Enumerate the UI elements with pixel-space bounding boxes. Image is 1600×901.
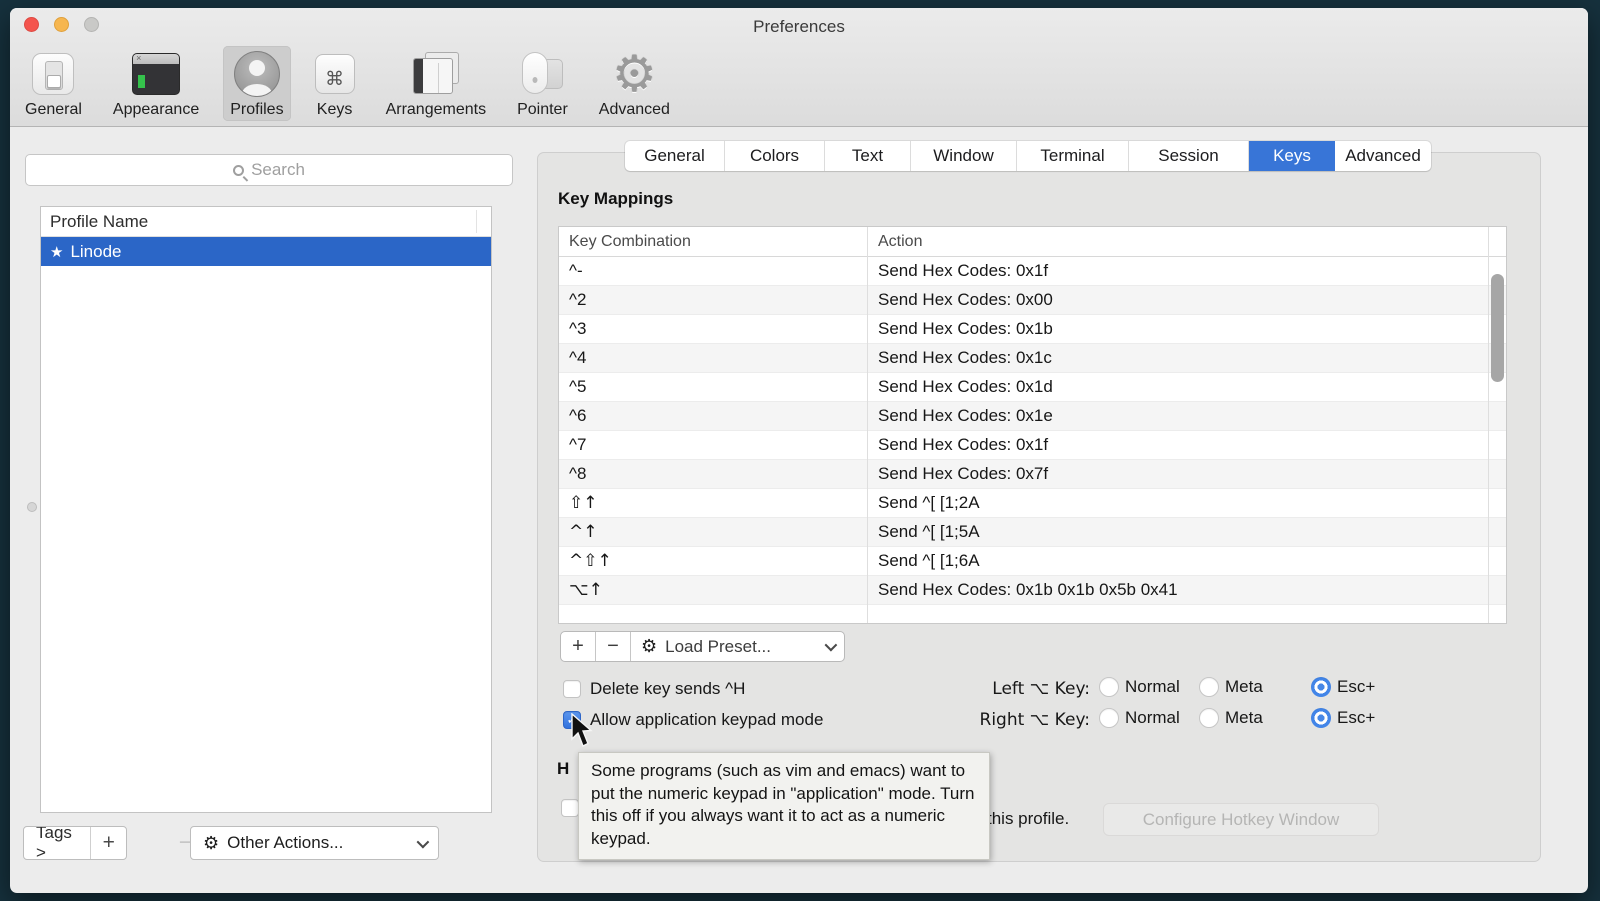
chevron-down-icon — [417, 835, 430, 848]
chevron-down-icon — [825, 639, 838, 652]
pointer-icon — [518, 52, 566, 96]
toolbar-item-keys[interactable]: ⌘ Keys — [308, 46, 362, 121]
table-scrollbar-thumb[interactable] — [1491, 274, 1504, 382]
preferences-toolbar: General Appearance Profiles ⌘ Keys Arran… — [18, 46, 677, 124]
checkbox-unchecked[interactable] — [563, 680, 581, 698]
right-option-normal-radio[interactable]: Normal — [1099, 708, 1180, 728]
table-header[interactable]: Key Combination Action — [559, 227, 1506, 257]
right-option-meta-radio[interactable]: Meta — [1199, 708, 1263, 728]
profile-list: Profile Name ★ Linode — [40, 206, 492, 813]
table-row[interactable]: ^4Send Hex Codes: 0x1c — [559, 344, 1506, 373]
toolbar-item-profiles[interactable]: Profiles — [223, 46, 290, 121]
window-header: Preferences General Appearance Profiles … — [10, 8, 1588, 127]
tab-session[interactable]: Session — [1129, 141, 1249, 171]
tab-colors[interactable]: Colors — [725, 141, 825, 171]
search-placeholder: Search — [251, 160, 305, 180]
gear-icon: ⚙ — [641, 636, 657, 657]
add-profile-button[interactable]: + — [90, 827, 125, 859]
application-keypad-option[interactable]: ✓ Allow application keypad mode — [563, 711, 823, 729]
toolbar-item-arrangements[interactable]: Arrangements — [379, 46, 494, 121]
tab-window[interactable]: Window — [911, 141, 1017, 171]
toolbar-item-appearance[interactable]: Appearance — [106, 46, 206, 121]
key-mapping-controls: + − ⚙ Load Preset... — [560, 631, 845, 662]
profile-tabbar: General Colors Text Window Terminal Sess… — [625, 141, 1431, 171]
table-row[interactable]: ^↑Send ^[ [1;5A — [559, 518, 1506, 547]
left-option-meta-radio[interactable]: Meta — [1199, 677, 1263, 697]
tab-terminal[interactable]: Terminal — [1017, 141, 1129, 171]
key-mappings-table: Key Combination Action ^-Send Hex Codes:… — [558, 226, 1507, 624]
remove-key-mapping-button[interactable]: − — [596, 632, 631, 661]
general-icon — [32, 53, 74, 95]
search-icon — [233, 165, 244, 176]
table-row[interactable]: ^5Send Hex Codes: 0x1d — [559, 373, 1506, 402]
other-actions-dropdown[interactable]: ⚙ Other Actions... — [190, 826, 439, 860]
splitter-handle-dot[interactable] — [27, 502, 37, 512]
profiles-icon — [234, 51, 280, 97]
table-row-partial — [559, 605, 1506, 624]
table-row[interactable]: ^-Send Hex Codes: 0x1f — [559, 257, 1506, 286]
table-row[interactable]: ^8Send Hex Codes: 0x7f — [559, 460, 1506, 489]
keys-icon: ⌘ — [315, 54, 355, 94]
left-option-normal-radio[interactable]: Normal — [1099, 677, 1180, 697]
tab-general[interactable]: General — [625, 141, 725, 171]
window-title: Preferences — [10, 17, 1588, 37]
tab-keys[interactable]: Keys — [1249, 141, 1335, 171]
table-row[interactable]: ⌥↑Send Hex Codes: 0x1b 0x1b 0x5b 0x41 — [559, 576, 1506, 605]
hotkey-heading-fragment: H — [557, 759, 569, 779]
load-preset-dropdown[interactable]: ⚙ Load Preset... — [631, 632, 844, 661]
titlebar[interactable]: Preferences — [10, 8, 1588, 44]
table-row[interactable]: ^3Send Hex Codes: 0x1b — [559, 315, 1506, 344]
hotkey-text-fragment: this profile. — [987, 809, 1069, 829]
profile-list-column-header[interactable]: Profile Name — [41, 207, 491, 237]
appearance-icon — [132, 53, 180, 95]
table-row[interactable]: ^7Send Hex Codes: 0x1f — [559, 431, 1506, 460]
profile-row-linode[interactable]: ★ Linode — [41, 237, 491, 266]
key-mappings-heading: Key Mappings — [558, 189, 673, 209]
tab-advanced[interactable]: Advanced — [1335, 141, 1431, 171]
profile-search-field[interactable]: Search — [25, 154, 513, 186]
default-profile-star-icon: ★ — [50, 243, 63, 261]
right-option-esc-radio[interactable]: Esc+ — [1311, 708, 1375, 728]
left-option-esc-radio[interactable]: Esc+ — [1311, 677, 1375, 697]
hotkey-checkbox-partial[interactable] — [561, 799, 579, 817]
keypad-mode-tooltip: Some programs (such as vim and emacs) wa… — [578, 752, 990, 860]
profile-name: Linode — [70, 242, 121, 262]
toolbar-item-pointer[interactable]: Pointer — [510, 46, 575, 121]
delete-key-sends-option[interactable]: Delete key sends ^H — [563, 680, 745, 698]
tab-text[interactable]: Text — [825, 141, 911, 171]
scrollbar-track-divider — [1488, 227, 1489, 623]
advanced-gear-icon: ⚙ — [612, 50, 657, 98]
preferences-window: Preferences General Appearance Profiles … — [10, 8, 1588, 893]
arrangements-icon — [411, 52, 461, 96]
toolbar-item-general[interactable]: General — [18, 46, 89, 121]
tags-button[interactable]: Tags > — [24, 827, 90, 859]
table-row[interactable]: ⇧↑Send ^[ [1;2A — [559, 489, 1506, 518]
toolbar-item-advanced[interactable]: ⚙ Advanced — [592, 46, 677, 121]
table-row[interactable]: ^⇧↑Send ^[ [1;6A — [559, 547, 1506, 576]
add-key-mapping-button[interactable]: + — [561, 632, 596, 661]
mouse-cursor-icon — [570, 713, 596, 749]
column-divider — [867, 227, 868, 623]
gear-icon: ⚙ — [203, 833, 219, 854]
configure-hotkey-window-button: Configure Hotkey Window — [1103, 803, 1379, 836]
table-row[interactable]: ^2Send Hex Codes: 0x00 — [559, 286, 1506, 315]
table-row[interactable]: ^6Send Hex Codes: 0x1e — [559, 402, 1506, 431]
